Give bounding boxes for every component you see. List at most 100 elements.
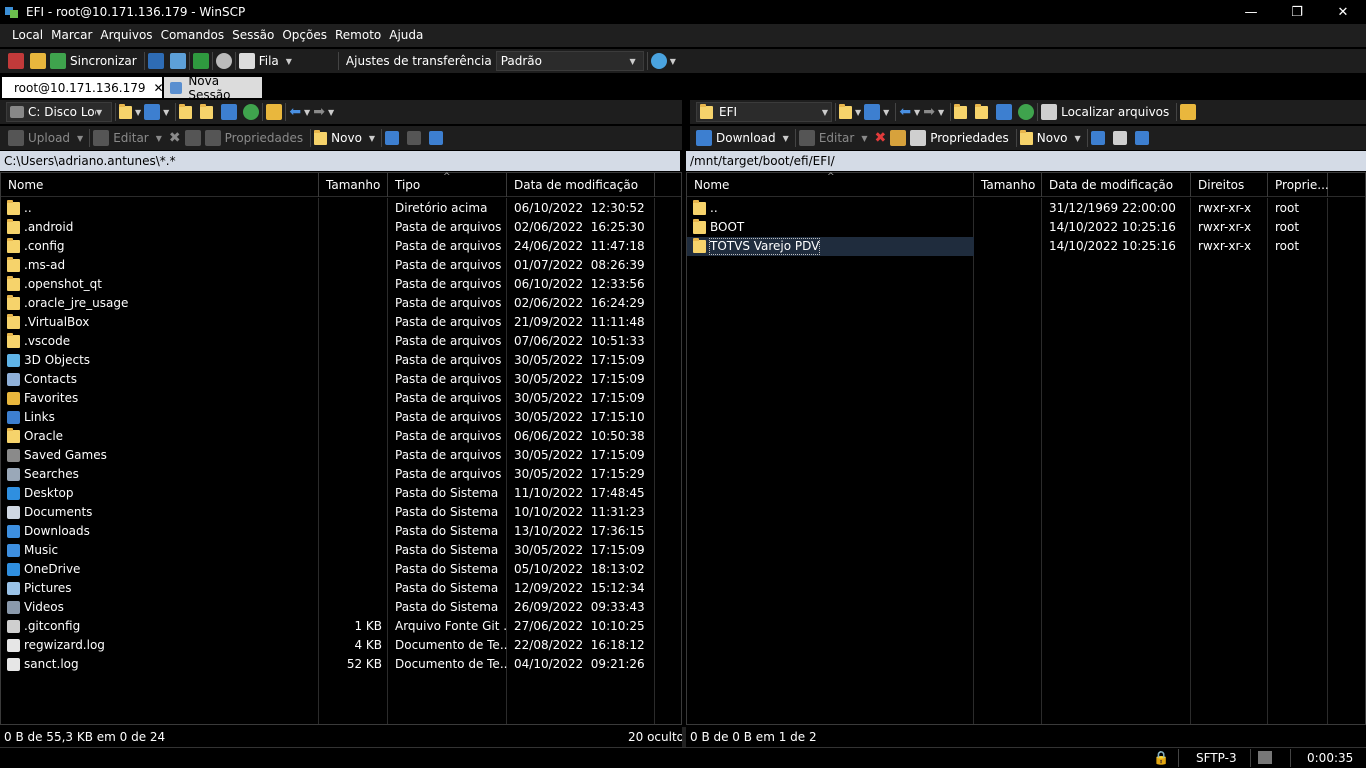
forward-arrow-icon[interactable]: ➡ [313, 104, 325, 120]
table-row[interactable]: Desktop Pasta do Sistema 11/10/2022 17:48:… [1, 484, 681, 503]
refresh-icon[interactable] [1018, 104, 1035, 120]
properties-button[interactable]: Propriedades [930, 131, 1009, 145]
queue-icon[interactable] [238, 53, 255, 69]
table-row[interactable]: Downloads Pasta do Sistema 13/10/2022 17:3… [1, 522, 681, 541]
putty-icon[interactable] [169, 53, 186, 69]
remote-path-bar[interactable]: /mnt/target/boot/efi/EFI/ [686, 151, 1366, 171]
chevron-down-icon[interactable]: ▼ [914, 108, 920, 117]
delete-icon[interactable]: ✖ [875, 130, 887, 146]
column-name[interactable]: Nome ^ [687, 172, 974, 197]
home-icon[interactable] [221, 104, 238, 120]
synchronize-icon[interactable] [50, 53, 66, 69]
local-file-panel[interactable]: Nome Tamanho Tipo ^ Data de modificação … [0, 172, 682, 725]
table-row[interactable]: Music Pasta do Sistema 30/05/2022 17:15:09 [1, 541, 681, 560]
home-icon[interactable] [996, 104, 1013, 120]
table-row[interactable]: Oracle Pasta de arquivos 06/06/2022 10:50:… [1, 427, 681, 446]
filter-icon[interactable] [144, 104, 161, 120]
new-button[interactable]: Novo [331, 131, 362, 145]
chevron-down-icon[interactable]: ▼ [135, 108, 141, 117]
tab-session-root[interactable]: root@10.171.136.179 ✕ [2, 77, 164, 98]
table-row[interactable]: .vscode Pasta de arquivos 07/06/2022 10:51… [1, 332, 681, 351]
chevron-down-icon[interactable]: ▼ [304, 108, 310, 117]
panel-splitter[interactable] [682, 727, 686, 747]
table-row[interactable]: Saved Games Pasta de arquivos 30/05/2022 1… [1, 446, 681, 465]
table-row[interactable]: .gitconfig 1 KB Arquivo Fonte Git ... 27/06… [1, 617, 681, 636]
edit-button[interactable]: Editar [113, 131, 149, 145]
local-drive-select[interactable]: C: Disco Local ▼ [6, 102, 112, 122]
menu-opcoes[interactable]: Opções [278, 24, 331, 47]
table-row[interactable]: .openshot_qt Pasta de arquivos 06/10/2022 … [1, 275, 681, 294]
local-path-bar[interactable]: C:\Users\adriano.antunes\*.* [0, 151, 680, 171]
chevron-down-icon[interactable]: ▼ [77, 134, 83, 143]
open-folder-icon[interactable] [839, 103, 852, 119]
menu-remoto[interactable]: Remoto [331, 24, 385, 47]
chevron-down-icon[interactable]: ▼ [286, 57, 292, 66]
remote-file-panel[interactable]: Nome ^ Tamanho Data de modificação Direi… [686, 172, 1366, 725]
find-files-button[interactable]: Localizar arquivos [1061, 105, 1169, 119]
table-row[interactable]: .config Pasta de arquivos 24/06/2022 11:47… [1, 237, 681, 256]
table-row[interactable]: Documents Pasta do Sistema 10/10/2022 11:3… [1, 503, 681, 522]
tab-new-session[interactable]: Nova Sessão [164, 74, 262, 102]
sync-browse-icon[interactable] [30, 53, 46, 69]
forward-arrow-icon[interactable]: ➡ [923, 104, 935, 120]
minimize-button[interactable]: — [1228, 0, 1274, 24]
local-hidden-count[interactable]: 20 oculto [628, 730, 684, 744]
tree-icon[interactable] [1180, 104, 1197, 120]
transfer-preset-select[interactable]: Padrão ▼ [495, 51, 644, 71]
table-row[interactable]: Pictures Pasta do Sistema 12/09/2022 15:12… [1, 579, 681, 598]
chevron-down-icon[interactable]: ▼ [938, 108, 944, 117]
table-row[interactable]: sanct.log 52 KB Documento de Te... 04/10/20… [1, 655, 681, 674]
filter-icon[interactable] [864, 104, 881, 120]
column-modified[interactable]: Data de modificação [507, 173, 655, 197]
synchronize-button[interactable]: Sincronizar [70, 54, 137, 68]
table-row[interactable]: BOOT 14/10/2022 10:25:16 rwxr-xr-x root [687, 218, 1365, 237]
filter-select-icon[interactable] [1134, 131, 1149, 145]
chevron-down-icon[interactable]: ▼ [369, 134, 375, 143]
table-row[interactable]: Favorites Pasta de arquivos 30/05/2022 17:… [1, 389, 681, 408]
chevron-down-icon[interactable]: ▼ [783, 134, 789, 143]
table-row[interactable]: regwizard.log 4 KB Documento de Te... 22/08… [1, 636, 681, 655]
chevron-down-icon[interactable]: ▼ [328, 108, 334, 117]
close-window-button[interactable]: ✕ [1320, 0, 1366, 24]
unselect-icon[interactable] [407, 131, 422, 145]
unselect-icon[interactable] [1112, 131, 1127, 145]
terminal-icon[interactable] [192, 53, 209, 69]
console-icon[interactable] [147, 53, 164, 69]
column-type[interactable]: Tipo ^ [388, 172, 507, 197]
table-row[interactable]: .. Diretório acima 06/10/2022 12:30:52 [1, 199, 681, 218]
column-size[interactable]: Tamanho [319, 173, 388, 197]
transfer-settings-icon[interactable] [650, 53, 667, 69]
select-all-icon[interactable] [1090, 131, 1105, 145]
chevron-down-icon[interactable]: ▼ [670, 57, 676, 66]
table-row[interactable]: Links Pasta de arquivos 30/05/2022 17:15:1… [1, 408, 681, 427]
table-row[interactable]: .android Pasta de arquivos 02/06/2022 16:2… [1, 218, 681, 237]
open-folder-icon[interactable] [119, 103, 132, 119]
chevron-down-icon[interactable]: ▼ [163, 108, 169, 117]
menu-arquivos[interactable]: Arquivos [96, 24, 156, 47]
menu-sessao[interactable]: Sessão [228, 24, 278, 47]
close-tab-icon[interactable]: ✕ [153, 81, 163, 95]
delete-icon[interactable]: ✖ [169, 130, 181, 146]
menu-local[interactable]: Local [8, 24, 47, 47]
table-row[interactable]: .ms-ad Pasta de arquivos 01/07/2022 08:26:… [1, 256, 681, 275]
root-dir-icon[interactable] [200, 103, 214, 119]
queue-button[interactable]: Fila [259, 54, 279, 68]
edit-button[interactable]: Editar [819, 131, 855, 145]
rename-icon[interactable] [890, 130, 907, 146]
column-owner[interactable]: Proprie... [1268, 173, 1329, 197]
chevron-down-icon[interactable]: ▼ [1075, 134, 1081, 143]
parent-dir-icon[interactable] [179, 103, 193, 119]
tree-icon[interactable] [266, 104, 283, 120]
table-row[interactable]: 3D Objects Pasta de arquivos 30/05/2022 17… [1, 351, 681, 370]
column-size[interactable]: Tamanho [974, 173, 1042, 197]
back-arrow-icon[interactable]: ⬅ [899, 104, 911, 120]
table-row[interactable]: .. 31/12/1969 22:00:00 rwxr-xr-x root [687, 199, 1365, 218]
new-button[interactable]: Novo [1037, 131, 1068, 145]
column-rights[interactable]: Direitos [1191, 173, 1268, 197]
table-row[interactable]: OneDrive Pasta do Sistema 05/10/2022 18:13… [1, 560, 681, 579]
table-row[interactable]: Searches Pasta de arquivos 30/05/2022 17:1… [1, 465, 681, 484]
chevron-down-icon[interactable]: ▼ [855, 108, 861, 117]
chevron-down-icon[interactable]: ▼ [861, 134, 867, 143]
table-row[interactable]: TOTVS Varejo PDV 14/10/2022 10:25:16 rwxr-… [687, 237, 1365, 256]
table-row[interactable]: Contacts Pasta de arquivos 30/05/2022 17:1… [1, 370, 681, 389]
